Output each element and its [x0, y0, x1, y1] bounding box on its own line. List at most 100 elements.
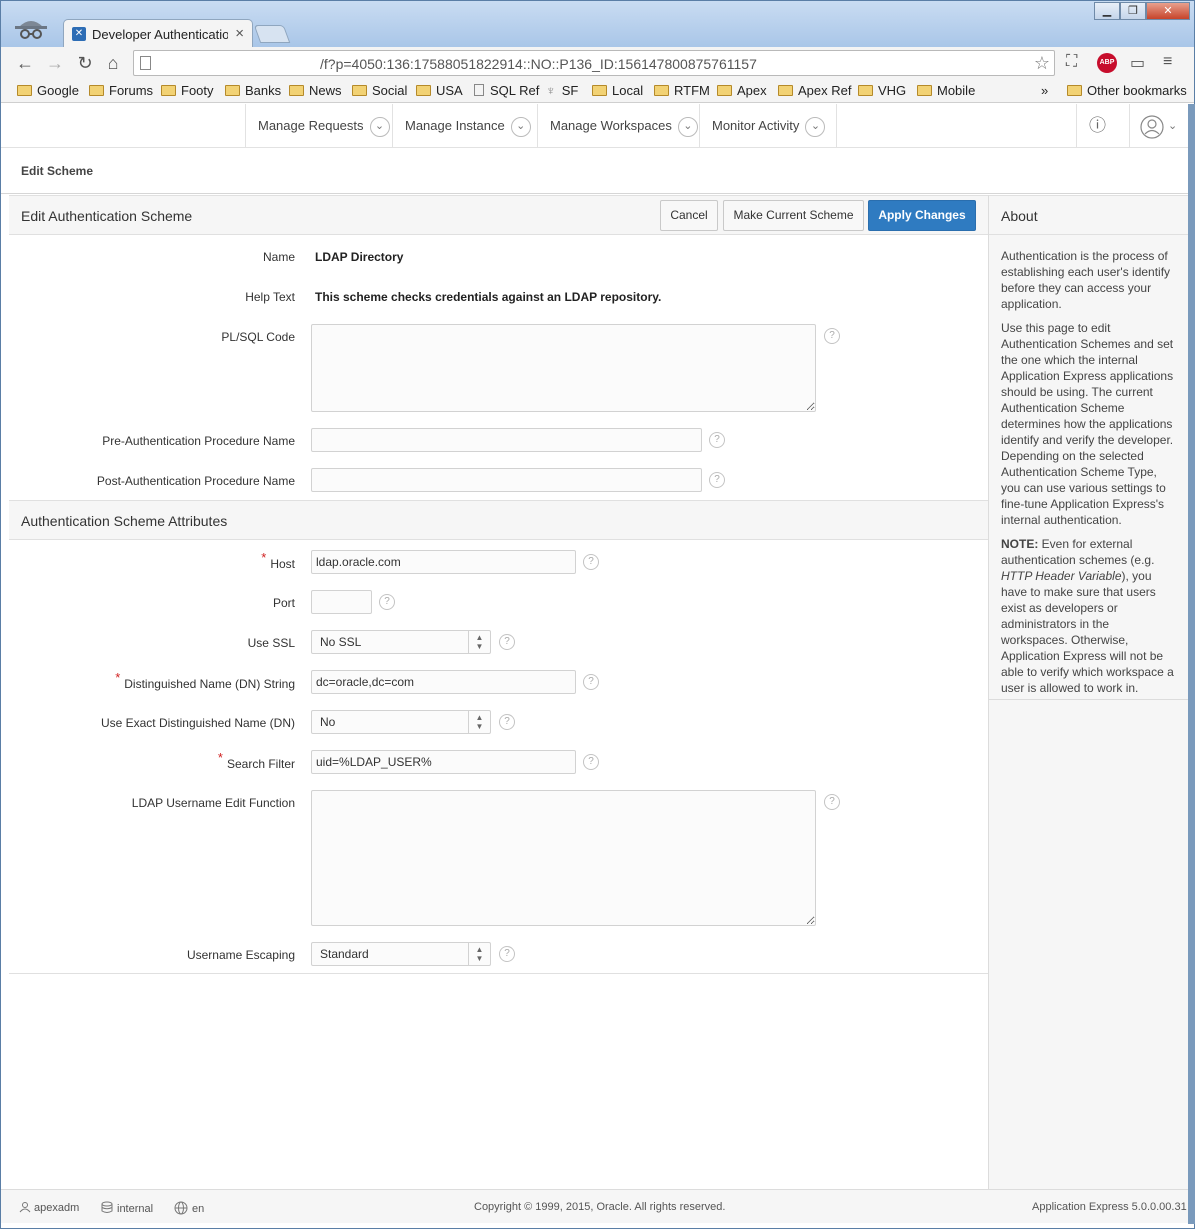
adblock-icon[interactable]: ABP [1097, 53, 1117, 73]
bookmark-item[interactable]: Social [352, 83, 407, 98]
help-icon[interactable]: ? [379, 594, 395, 610]
bookmark-item[interactable]: Mobile [917, 83, 975, 98]
bookmark-item[interactable]: RTFM [654, 83, 710, 98]
bookmark-item[interactable]: Local [592, 83, 643, 98]
search-filter-input[interactable] [311, 750, 576, 774]
menu-manage-workspaces[interactable]: Manage Workspaces ⌄ [537, 104, 699, 148]
address-bar[interactable]: /f?p=4050:136:17588051822914::NO::P136_I… [133, 50, 1055, 76]
region-title: Authentication Scheme Attributes [21, 513, 228, 529]
bookmark-item[interactable]: ♆ SF [546, 83, 578, 98]
other-bookmarks[interactable]: Other bookmarks [1067, 83, 1187, 98]
bookmark-item[interactable]: Apex Ref [778, 83, 851, 98]
browser-window: ✕ Developer Authentication × ▁ ❐ ✕ ← → ↻… [0, 0, 1195, 1229]
title-bar: ✕ Developer Authentication × ▁ ❐ ✕ [1, 1, 1194, 47]
globe-icon [174, 1201, 188, 1215]
help-icon[interactable]: ? [583, 554, 599, 570]
close-window-button[interactable]: ✕ [1146, 2, 1190, 20]
port-input[interactable] [311, 590, 372, 614]
bookmark-item[interactable]: SQL Ref [474, 83, 539, 98]
tab-title: Developer Authentication [92, 27, 228, 42]
help-icon[interactable]: ? [499, 946, 515, 962]
folder-icon [89, 85, 104, 96]
page-icon [140, 56, 151, 70]
bookmark-item[interactable]: USA [416, 83, 463, 98]
help-icon[interactable]: ? [583, 674, 599, 690]
port-label: Port [272, 596, 295, 610]
name-label: Name [262, 250, 295, 264]
user-menu-button[interactable]: ⌄ [1129, 104, 1188, 148]
username-escaping-select[interactable]: Standard ▲ ▼ [311, 942, 491, 966]
bookmark-item[interactable]: VHG [858, 83, 906, 98]
host-input[interactable] [311, 550, 576, 574]
apply-changes-button[interactable]: Apply Changes [868, 200, 976, 231]
exact-dn-select[interactable]: No ▲ ▼ [311, 710, 491, 734]
help-circle-icon: ⓘ [1089, 116, 1106, 135]
make-current-scheme-button[interactable]: Make Current Scheme [723, 200, 864, 231]
footer-version: Application Express 5.0.0.00.31 [1032, 1201, 1187, 1213]
edit-function-textarea[interactable] [311, 790, 816, 926]
bookmarks-overflow-button[interactable]: » [1041, 83, 1048, 98]
use-ssl-select[interactable]: No SSL ▲ ▼ [311, 630, 491, 654]
folder-icon [161, 85, 176, 96]
about-title: About [1001, 208, 1038, 224]
bookmark-item[interactable]: Google [17, 83, 79, 98]
footer-user[interactable]: apexadm [19, 1201, 79, 1214]
footer-language[interactable]: en [174, 1201, 204, 1215]
help-icon[interactable]: ? [824, 794, 840, 810]
back-arrow-icon[interactable]: ← [13, 51, 37, 75]
page-icon [474, 84, 484, 96]
bookmark-item[interactable]: News [289, 83, 342, 98]
tab-close-icon[interactable]: × [235, 25, 244, 42]
region-divider [9, 973, 988, 974]
cast-icon[interactable]: ▭ [1130, 53, 1145, 73]
folder-icon [717, 85, 732, 96]
fullscreen-icon[interactable]: ⛶ [1066, 53, 1077, 71]
help-menu-button[interactable]: ⓘ [1076, 104, 1129, 148]
select-arrows-icon: ▲ ▼ [468, 943, 490, 965]
cancel-button[interactable]: Cancel [660, 200, 718, 231]
footer-workspace[interactable]: internal [101, 1201, 153, 1215]
help-icon[interactable]: ? [709, 472, 725, 488]
maximize-button[interactable]: ❐ [1120, 2, 1146, 20]
dn-string-label: * Distinguished Name (DN) String [115, 670, 295, 691]
username-escaping-label: Username Escaping [186, 948, 295, 962]
bookmark-item[interactable]: Forums [89, 83, 153, 98]
help-icon[interactable]: ? [709, 432, 725, 448]
post-auth-input[interactable] [311, 468, 702, 492]
reload-icon[interactable]: ↻ [73, 51, 97, 75]
help-icon[interactable]: ? [499, 634, 515, 650]
help-icon[interactable]: ? [583, 754, 599, 770]
bookmark-item[interactable]: Footy [161, 83, 214, 98]
bookmark-item[interactable]: Banks [225, 83, 281, 98]
bookmarks-bar: Google Forums Footy Banks News Social US… [1, 79, 1194, 103]
help-icon[interactable]: ? [824, 328, 840, 344]
menu-icon[interactable]: ≡ [1163, 53, 1172, 71]
dn-string-input[interactable] [311, 670, 576, 694]
new-tab-button[interactable] [253, 25, 291, 43]
help-icon[interactable]: ? [499, 714, 515, 730]
page-title: Edit Scheme [21, 164, 94, 178]
folder-icon [778, 85, 793, 96]
about-header: About [989, 195, 1189, 235]
menu-monitor-activity[interactable]: Monitor Activity ⌄ [699, 104, 837, 148]
minimize-button[interactable]: ▁ [1094, 2, 1120, 20]
menu-manage-instance[interactable]: Manage Instance ⌄ [392, 104, 537, 148]
apex-header: Manage Requests ⌄ Manage Instance ⌄ Manage… [1, 104, 1188, 148]
plsql-code-label: PL/SQL Code [221, 330, 295, 344]
footer: apexadm internal en Copyright © 1999, 20… [1, 1189, 1188, 1223]
folder-icon [17, 85, 32, 96]
database-icon [101, 1201, 113, 1213]
plsql-code-textarea[interactable] [311, 324, 816, 412]
bookmark-star-icon[interactable]: ☆ [1034, 53, 1050, 74]
bookmark-item[interactable]: Apex [717, 83, 767, 98]
home-icon[interactable]: ⌂ [101, 51, 125, 75]
chevron-down-icon: ⌄ [510, 116, 531, 137]
about-paragraph: Use this page to edit Authentication Sch… [1001, 321, 1174, 527]
folder-icon [654, 85, 669, 96]
forward-arrow-icon[interactable]: → [43, 51, 67, 75]
browser-tab-active[interactable]: ✕ Developer Authentication × [63, 19, 253, 47]
menu-manage-requests[interactable]: Manage Requests ⌄ [245, 104, 392, 148]
pre-auth-input[interactable] [311, 428, 702, 452]
post-auth-label: Post-Authentication Procedure Name [96, 474, 295, 488]
about-body: Authentication is the process of establi… [1001, 248, 1179, 704]
